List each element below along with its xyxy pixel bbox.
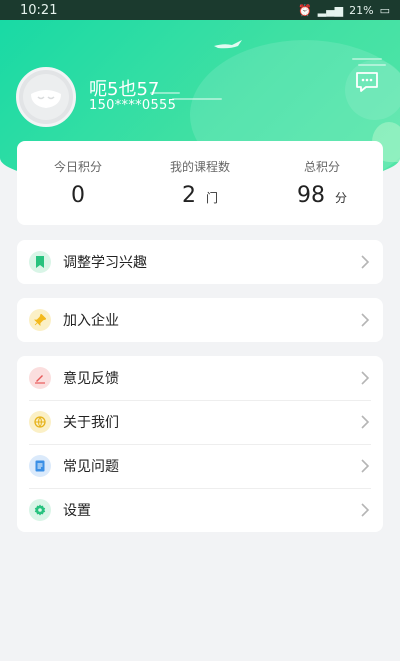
document-icon (29, 455, 51, 477)
menu-item-label: 常见问题 (63, 459, 119, 475)
menu-item-about[interactable]: 关于我们 (17, 400, 383, 444)
chevron-right-icon (361, 459, 370, 473)
stat-total-points[interactable]: 总积分 98 分 (261, 141, 383, 225)
menu-item-faq[interactable]: 常见问题 (17, 444, 383, 488)
status-bar: 10:21 ⏰ ▂▄▆ 21% ▭ (0, 0, 400, 20)
status-icons: ⏰ ▂▄▆ 21% ▭ (298, 4, 390, 17)
signal-icon: ▂▄▆ (317, 3, 344, 17)
menu-item-company[interactable]: 加入企业 (17, 298, 383, 342)
alarm-icon: ⏰ (298, 3, 312, 17)
decorative-line (352, 58, 382, 60)
chevron-right-icon (361, 415, 370, 429)
stat-today-points[interactable]: 今日积分 0 (17, 141, 139, 225)
menu-item-label: 加入企业 (63, 313, 119, 329)
stat-unit: 门 (205, 191, 218, 205)
decorative-line (172, 98, 222, 100)
menu-item-label: 调整学习兴趣 (63, 255, 147, 271)
avatar-face-icon (23, 74, 69, 120)
globe-icon (29, 411, 51, 433)
status-time: 10:21 (20, 2, 58, 18)
menu-item-feedback[interactable]: 意见反馈 (17, 356, 383, 400)
stat-value: 2 (181, 183, 196, 208)
settings-card: 意见反馈 关于我们 常见问题 设置 (17, 356, 383, 532)
gear-icon (29, 499, 51, 521)
menu-item-interest[interactable]: 调整学习兴趣 (17, 240, 383, 284)
stat-label: 今日积分 (53, 160, 102, 174)
stat-unit: 分 (334, 191, 347, 205)
chevron-right-icon (361, 371, 370, 385)
pin-icon (29, 309, 51, 331)
chevron-right-icon (361, 313, 370, 327)
stat-value: 0 (71, 183, 85, 208)
interest-card: 调整学习兴趣 (17, 240, 383, 284)
decorative-line (358, 64, 386, 66)
company-card: 加入企业 (17, 298, 383, 342)
bird-icon (214, 40, 242, 49)
menu-item-label: 意见反馈 (63, 371, 119, 387)
stat-label: 我的课程数 (169, 160, 230, 174)
stat-label: 总积分 (303, 160, 340, 174)
pen-icon (29, 367, 51, 389)
stat-my-courses[interactable]: 我的课程数 2 门 (139, 141, 261, 225)
chevron-right-icon (361, 503, 370, 517)
message-icon[interactable] (354, 70, 380, 94)
stat-value: 98 (296, 183, 325, 208)
chevron-right-icon (361, 255, 370, 269)
battery-percent: 21% (349, 3, 374, 17)
battery-icon: ▭ (379, 3, 390, 17)
menu-item-settings[interactable]: 设置 (17, 488, 383, 532)
menu-item-label: 设置 (63, 503, 91, 519)
profile-screen: 10:21 ⏰ ▂▄▆ 21% ▭ 呃5也57 150****0555 今日积分… (0, 0, 400, 661)
avatar[interactable] (16, 67, 76, 127)
user-phone: 150****0555 (89, 98, 177, 113)
menu-item-label: 关于我们 (63, 415, 119, 431)
bookmark-icon (29, 251, 51, 273)
stats-card: 今日积分 0 我的课程数 2 门 总积分 98 分 (17, 141, 383, 225)
